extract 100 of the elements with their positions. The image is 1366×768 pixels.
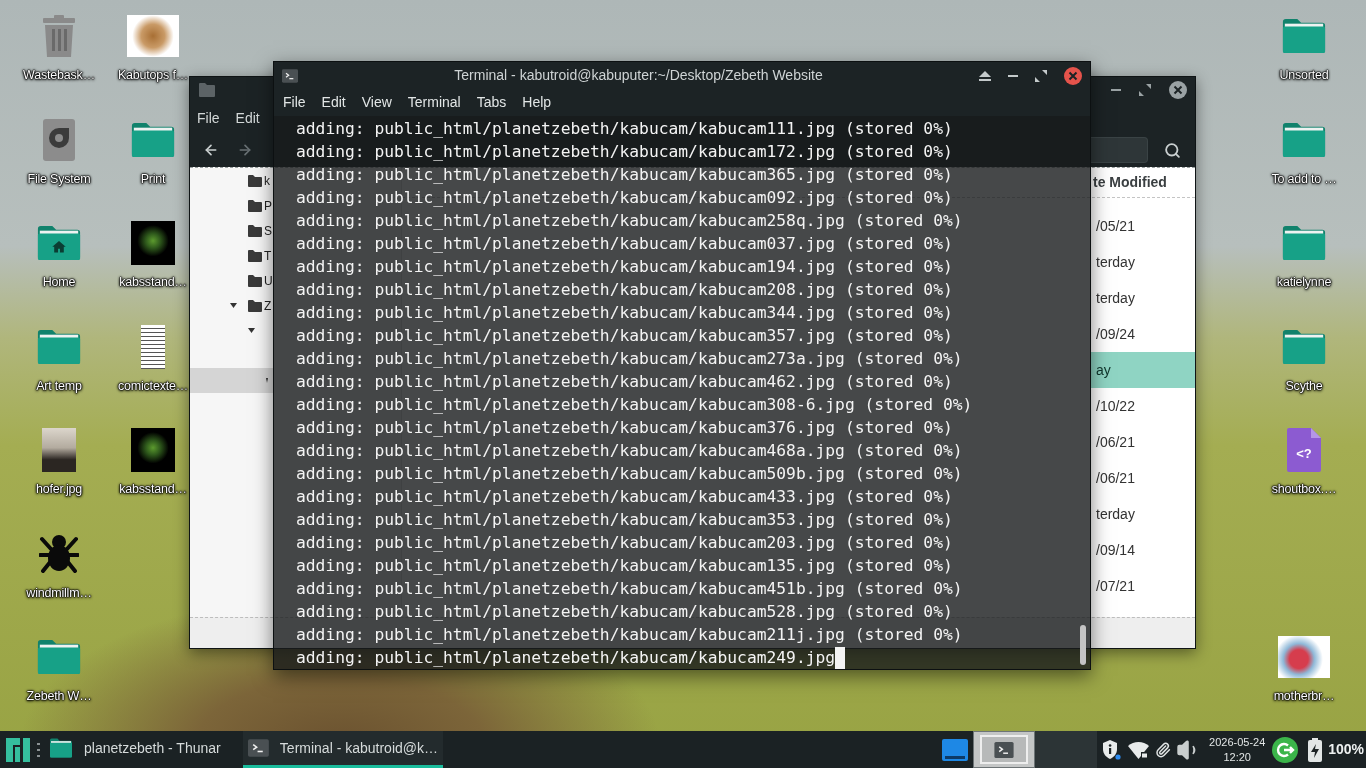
maximize-icon[interactable] [1139, 84, 1151, 96]
menu-item[interactable]: Edit [235, 107, 260, 129]
trash-icon[interactable] [41, 15, 77, 57]
image-thumbnail[interactable] [42, 428, 76, 472]
file-row[interactable]: /09/14 [1091, 532, 1195, 568]
php-file-icon[interactable]: <? [1287, 428, 1321, 472]
terminal-line: adding: public_html/planetzebeth/kabucam/kabucam353.jpg (stored 0%) [296, 509, 953, 531]
folder-icon [199, 83, 215, 97]
file-row[interactable]: /05/21 [1091, 208, 1195, 244]
close-icon[interactable] [1169, 81, 1187, 99]
terminal-line: adding: public_html/planetzebeth/kabucam/kabucam092.jpg (stored 0%) [296, 187, 953, 209]
terminal-line: adding: public_html/planetzebeth/kabucam/kabucam528.jpg (stored 0%) [296, 601, 953, 623]
image-thumbnail[interactable] [131, 221, 175, 265]
terminal-line: adding: public_html/planetzebeth/kabucam/kabucam468a.jpg (stored 0%) [296, 440, 963, 462]
folder-icon[interactable] [49, 738, 73, 758]
terminal-line: adding: public_html/planetzebeth/kabucam/kabucam357.jpg (stored 0%) [296, 325, 953, 347]
clock-time[interactable]: 12:20 [1223, 749, 1251, 765]
folder-icon [248, 299, 262, 312]
terminal-line: adding: public_html/planetzebeth/kabucam/kabucam172.jpg (stored 0%) [296, 141, 953, 163]
terminal-icon[interactable] [282, 68, 298, 83]
forward-arrow-icon[interactable] [237, 142, 253, 158]
terminal-line: adding: public_html/planetzebeth/kabucam/kabucam258q.jpg (stored 0%) [296, 210, 963, 232]
terminal-line: adding: public_html/planetzebeth/kabucam/kabucam433.jpg (stored 0%) [296, 486, 953, 508]
terminal-line: adding: public_html/planetzebeth/kabucam/kabucam451b.jpg (stored 0%) [296, 578, 963, 600]
workspace-button[interactable] [973, 731, 1036, 768]
clock-date[interactable]: 2026-05-24 [1209, 734, 1266, 750]
file-row[interactable]: /07/21 [1091, 568, 1195, 604]
menu-item[interactable]: Help [522, 92, 552, 113]
folder-icon [248, 224, 262, 237]
sidebar-item[interactable]: Z [190, 293, 273, 318]
sidebar-item[interactable]: T [190, 243, 273, 268]
file-row[interactable]: ay [1091, 352, 1195, 388]
terminal-line: adding: public_html/planetzebeth/kabucam/kabucam037.jpg (stored 0%) [296, 233, 953, 255]
terminal-line: adding: public_html/planetzebeth/kabucam/kabucam365.jpg (stored 0%) [296, 164, 953, 186]
folder-icon [248, 249, 262, 262]
image-thumbnail[interactable] [141, 324, 165, 369]
window-title: Terminal - kabutroid@kabuputer:~/Desktop/Zebeth Website [453, 66, 824, 85]
terminal-line: adding: public_html/planetzebeth/kabucam/kabucam344.jpg (stored 0%) [296, 302, 953, 324]
search-icon[interactable] [1164, 141, 1181, 159]
folder-icon [248, 274, 262, 287]
shield-info-icon[interactable] [1103, 739, 1122, 760]
image-thumbnail[interactable] [1278, 635, 1330, 678]
maximize-icon[interactable] [1035, 69, 1047, 82]
file-row[interactable]: terday [1091, 244, 1195, 280]
sidebar-item[interactable]: S [190, 218, 273, 243]
home-folder-icon[interactable] [36, 225, 82, 261]
terminal-line: adding: public_html/planetzebeth/kabucam/kabucam135.jpg (stored 0%) [296, 555, 953, 577]
file-row[interactable]: /06/21 [1091, 460, 1195, 496]
menu-logo-icon[interactable] [6, 737, 30, 762]
file-row[interactable]: terday [1091, 280, 1195, 316]
terminal-line: adding: public_html/planetzebeth/kabucam/kabucam462.jpg (stored 0%) [296, 371, 953, 393]
menu-item[interactable]: View [361, 92, 392, 113]
terminal-icon[interactable] [248, 738, 269, 758]
drive-icon[interactable] [43, 118, 75, 161]
search-field[interactable] [1090, 137, 1148, 163]
caret-down-icon[interactable] [248, 328, 255, 333]
battery-percent: 100% [1328, 740, 1364, 759]
sidebar-item[interactable]: k [190, 168, 273, 193]
bug-icon[interactable] [39, 532, 79, 575]
terminal-icon[interactable] [994, 741, 1015, 758]
caret-down-icon[interactable] [230, 303, 237, 308]
sidebar-item[interactable]: P [190, 193, 273, 218]
terminal-line: adding: public_html/planetzebeth/kabucam/kabucam509b.jpg (stored 0%) [296, 463, 963, 485]
keep-above-icon[interactable] [979, 70, 991, 81]
menu-item[interactable]: Tabs [476, 92, 507, 113]
taskbar-button[interactable]: Terminal - kabutroid@k… [243, 731, 443, 768]
wifi-lock-icon[interactable] [1128, 740, 1150, 759]
terminal-line: adding: public_html/planetzebeth/kabucam/kabucam273a.jpg (stored 0%) [296, 348, 963, 370]
folder-icon [248, 199, 262, 212]
terminal-line: adding: public_html/planetzebeth/kabucam/kabucam376.jpg (stored 0%) [296, 417, 953, 439]
terminal-line: adding: public_html/planetzebeth/kabucam/kabucam194.jpg (stored 0%) [296, 256, 953, 278]
file-row[interactable]: terday [1091, 496, 1195, 532]
file-row[interactable]: /10/22 [1091, 388, 1195, 424]
menu-item[interactable]: File [197, 107, 220, 129]
caret-down-icon[interactable] [266, 378, 268, 383]
sidebar-item[interactable]: U [190, 268, 273, 293]
menu-item[interactable]: Terminal [407, 92, 461, 113]
show-desktop-icon[interactable] [942, 738, 969, 761]
grip-icon[interactable] [37, 742, 40, 757]
window-thumbnail[interactable] [980, 735, 1029, 764]
menu-item[interactable]: File [283, 92, 306, 113]
terminal-line: adding: public_html/planetzebeth/kabucam/kabucam208.jpg (stored 0%) [296, 279, 953, 301]
paperclip-icon[interactable] [1155, 740, 1172, 759]
close-icon[interactable] [1064, 66, 1082, 85]
taskbar-button[interactable]: planetzebeth - Thunar [44, 731, 233, 768]
image-thumbnail[interactable] [131, 428, 175, 472]
terminal-line: adding: public_html/planetzebeth/kabucam/kabucam249.jpg [296, 647, 836, 669]
file-row[interactable]: /06/21 [1091, 424, 1195, 460]
file-row[interactable]: /09/24 [1091, 316, 1195, 352]
battery-icon[interactable] [1308, 737, 1323, 762]
terminal-line: adding: public_html/planetzebeth/kabucam/kabucam111.jpg (stored 0%) [296, 118, 953, 140]
terminal-line: adding: public_html/planetzebeth/kabucam/kabucam211j.jpg (stored 0%) [296, 624, 963, 646]
menu-item[interactable]: Edit [321, 92, 346, 113]
text-cursor [835, 646, 846, 669]
terminal-line: adding: public_html/planetzebeth/kabucam/kabucam308-6.jpg (stored 0%) [296, 394, 973, 416]
scrollbar-thumb[interactable] [1080, 625, 1086, 665]
column-header[interactable]: te Modified [1093, 172, 1195, 193]
terminal-line: adding: public_html/planetzebeth/kabucam/kabucam203.jpg (stored 0%) [296, 532, 953, 554]
image-thumbnail[interactable] [127, 15, 179, 57]
folder-icon [248, 174, 262, 187]
